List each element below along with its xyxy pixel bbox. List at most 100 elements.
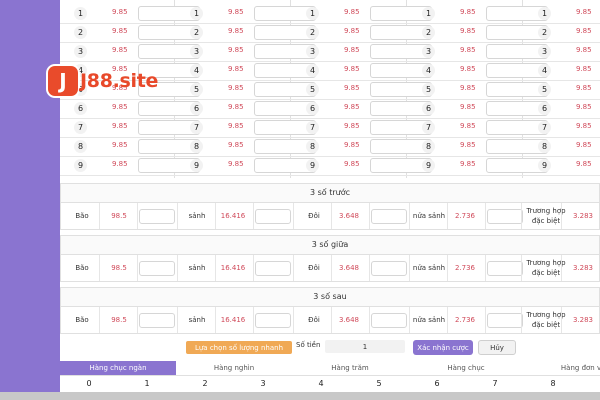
odds-value: 9.85 xyxy=(228,122,244,130)
cell-divider xyxy=(521,307,522,333)
bet-type-label: nửa sảnh xyxy=(412,264,446,272)
stake-input[interactable] xyxy=(139,261,175,276)
section-odds-row: Bão 98.5 sảnh 16.416 Đôi 3.648 nửa sảnh 2.736 Tr… xyxy=(60,307,600,334)
cell-divider xyxy=(177,307,178,333)
number-ball: 2 xyxy=(190,26,203,39)
odds-value: 9.85 xyxy=(228,160,244,168)
number-ball: 1 xyxy=(306,7,319,20)
cell-divider xyxy=(137,255,138,281)
odds-value: 9.85 xyxy=(344,160,360,168)
bet-type-label: Trương hợp đặc biệt xyxy=(526,259,566,277)
cell-divider xyxy=(521,203,522,229)
digit-option[interactable]: 7 xyxy=(466,376,524,390)
odds-value: 9.85 xyxy=(460,141,476,149)
bet-type-label: Bão xyxy=(75,212,89,220)
number-ball: 1 xyxy=(422,7,435,20)
main-content: 1 9.85 1 9.85 1 9.85 1 9.85 1 9.85 2 9.85 2 9.85 2 9.85… xyxy=(60,0,600,400)
odds-value: 9.85 xyxy=(344,27,360,35)
odds-value: 9.85 xyxy=(344,84,360,92)
digit-option[interactable]: 5 xyxy=(350,376,408,390)
tab-place[interactable]: Hàng đơn vị xyxy=(524,361,600,375)
digit-option[interactable]: 4 xyxy=(292,376,350,390)
digit-option[interactable]: 0 xyxy=(60,376,118,390)
number-ball: 4 xyxy=(422,64,435,77)
confirm-bet-button[interactable]: Xác nhận cược xyxy=(413,340,473,355)
odds-value: 9.85 xyxy=(228,46,244,54)
cell-divider xyxy=(137,307,138,333)
digit-option[interactable]: 2 xyxy=(176,376,234,390)
bet-type-odds: 2.736 xyxy=(454,316,476,324)
stake-input[interactable] xyxy=(255,261,291,276)
tab-place[interactable]: Hàng trăm xyxy=(292,361,408,375)
odds-value: 9.85 xyxy=(112,103,128,111)
stake-input[interactable] xyxy=(255,313,291,328)
tab-place[interactable]: Hàng nghìn xyxy=(176,361,292,375)
number-ball: 7 xyxy=(190,121,203,134)
digit-option[interactable]: 8 xyxy=(524,376,582,390)
digit-option[interactable]: 6 xyxy=(408,376,466,390)
number-row: 9 9.85 9 9.85 9 9.85 9 9.85 9 9.85 xyxy=(60,156,600,176)
odds-value: 9.85 xyxy=(228,65,244,73)
odds-value: 9.85 xyxy=(460,103,476,111)
cell-divider xyxy=(99,255,100,281)
bet-type-label: Trương hợp đặc biệt xyxy=(526,207,566,225)
odds-value: 9.85 xyxy=(460,8,476,16)
stake-input[interactable] xyxy=(371,209,407,224)
stake-input[interactable] xyxy=(487,261,523,276)
odds-value: 9.85 xyxy=(576,122,592,130)
number-ball: 3 xyxy=(538,45,551,58)
stake-input[interactable] xyxy=(139,313,175,328)
odds-value: 9.85 xyxy=(576,65,592,73)
bet-type-odds: 16.416 xyxy=(220,316,246,324)
stake-input[interactable] xyxy=(371,261,407,276)
tab-place[interactable]: Hàng chục ngàn xyxy=(60,361,176,375)
number-ball: 3 xyxy=(190,45,203,58)
cell-divider xyxy=(253,255,254,281)
cell-divider xyxy=(409,203,410,229)
cell-divider xyxy=(409,307,410,333)
cell-divider xyxy=(215,255,216,281)
stake-input[interactable] xyxy=(371,313,407,328)
tab-place[interactable]: Hàng chục xyxy=(408,361,524,375)
cell-divider xyxy=(561,255,562,281)
stake-input[interactable] xyxy=(255,209,291,224)
stake-input[interactable] xyxy=(139,209,175,224)
number-ball: 7 xyxy=(306,121,319,134)
number-row: 8 9.85 8 9.85 8 9.85 8 9.85 8 9.85 xyxy=(60,137,600,157)
cell-divider xyxy=(215,307,216,333)
odds-value: 9.85 xyxy=(228,8,244,16)
number-ball: 6 xyxy=(422,102,435,115)
cancel-button[interactable]: Hủy xyxy=(478,340,516,355)
digit-option[interactable]: 1 xyxy=(118,376,176,390)
stake-input[interactable] xyxy=(487,209,523,224)
bet-type-odds: 3.283 xyxy=(572,212,594,220)
cell-divider xyxy=(369,203,370,229)
number-ball: 2 xyxy=(538,26,551,39)
digit-option[interactable]: 3 xyxy=(234,376,292,390)
cell-divider xyxy=(521,255,522,281)
odds-value: 9.85 xyxy=(576,8,592,16)
cell-divider xyxy=(215,203,216,229)
bet-type-odds: 98.5 xyxy=(111,212,127,220)
cell-divider xyxy=(293,255,294,281)
money-label: Số tiền xyxy=(296,341,321,349)
quick-select-button[interactable]: Lựa chọn số lượng nhanh xyxy=(186,341,292,354)
number-row: 3 9.85 3 9.85 3 9.85 3 9.85 3 9.85 xyxy=(60,42,600,62)
horizontal-scrollbar[interactable] xyxy=(0,392,600,400)
odds-value: 9.85 xyxy=(228,27,244,35)
bet-type-label: Đôi xyxy=(308,316,320,324)
cell-divider xyxy=(137,203,138,229)
money-input[interactable]: 1 xyxy=(325,340,405,353)
number-row: 1 9.85 1 9.85 1 9.85 1 9.85 1 9.85 xyxy=(60,4,600,24)
odds-value: 9.85 xyxy=(576,103,592,111)
number-ball: 9 xyxy=(538,159,551,172)
stake-input[interactable] xyxy=(487,313,523,328)
cell-divider xyxy=(447,307,448,333)
cell-divider xyxy=(99,307,100,333)
number-ball: 2 xyxy=(422,26,435,39)
logo-text: J88.site xyxy=(80,70,159,92)
number-ball: 5 xyxy=(538,83,551,96)
section-odds-row: Bão 98.5 sảnh 16.416 Đôi 3.648 nửa sảnh 2.736 Tr… xyxy=(60,203,600,230)
section-odds-row: Bão 98.5 sảnh 16.416 Đôi 3.648 nửa sảnh 2.736 Tr… xyxy=(60,255,600,282)
section-title: 3 số trước xyxy=(60,183,600,203)
